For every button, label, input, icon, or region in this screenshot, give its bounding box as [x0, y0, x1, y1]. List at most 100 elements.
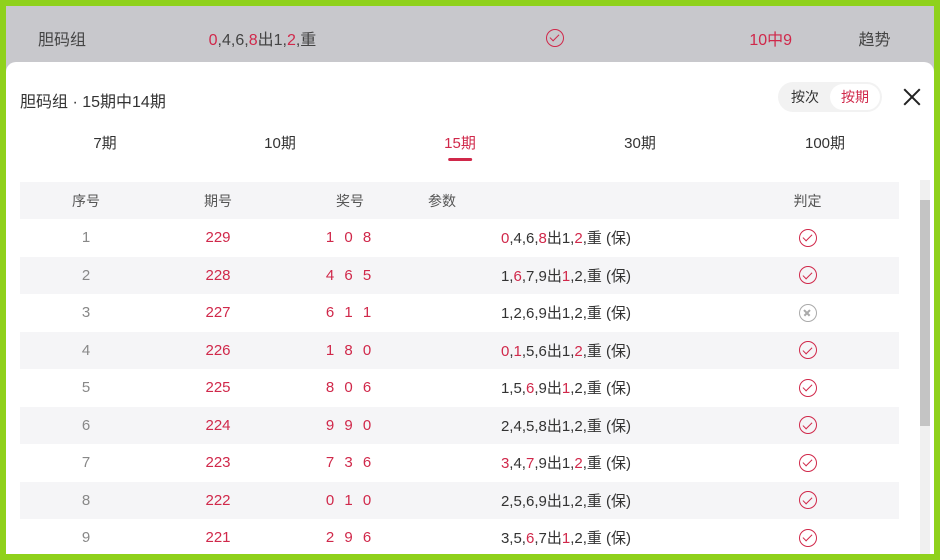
table-header-row: 序号 期号 奖号 参数 判定 — [20, 182, 899, 219]
toggle-by-count[interactable]: 按次 — [780, 84, 830, 110]
param-segment: 2 — [574, 230, 583, 248]
row-params: 3,4,7,9出1,2,重 (保) — [416, 444, 716, 482]
param-segment: ,4, — [509, 455, 526, 473]
bg-row-params: 0,4,6,8出1,2,重 — [209, 26, 546, 50]
param-segment: 2,5,6,9出1,2,重 (保) — [500, 492, 632, 510]
row-period: 227 — [205, 304, 231, 322]
row-verdict — [716, 219, 899, 257]
param-segment: 出1, — [546, 230, 575, 248]
check-icon — [798, 228, 817, 247]
check-icon — [798, 378, 817, 397]
table-row[interactable]: 8 222 0 1 0 2,5,6,9出1,2,重 (保) — [20, 481, 899, 520]
bg-row-result: 10中9 — [749, 32, 793, 49]
param-segment: 8 — [248, 32, 258, 49]
row-verdict — [716, 369, 899, 407]
param-segment: ,重 (保) — [582, 455, 632, 473]
row-number: 0 1 0 — [325, 491, 375, 509]
row-verdict — [716, 332, 899, 370]
cross-icon — [798, 303, 817, 322]
row-number: 2 9 6 — [325, 529, 375, 547]
param-segment: 2 — [574, 342, 583, 360]
param-segment: 0 — [208, 32, 218, 49]
check-icon — [798, 266, 817, 285]
param-segment: 1 — [561, 530, 571, 548]
row-period: 228 — [205, 266, 231, 284]
period-tabs: 7期 10期 15期 30期 100期 — [6, 132, 934, 162]
param-segment: ,2,重 (保) — [570, 380, 632, 398]
row-verdict — [716, 407, 899, 445]
row-number: 7 3 6 — [325, 454, 375, 472]
scrollbar-thumb[interactable] — [920, 200, 930, 426]
row-number: 9 9 0 — [325, 416, 375, 434]
row-params: 1,2,6,9出1,2,重 (保) — [416, 294, 716, 332]
mode-toggle[interactable]: 按次 按期 — [778, 82, 882, 112]
row-index: 1 — [81, 229, 91, 247]
param-segment: ,重 (保) — [582, 230, 632, 248]
modal-title: 胆码组 · 15期中14期 — [20, 94, 166, 111]
tab-100[interactable]: 100期 — [805, 132, 845, 153]
table-row[interactable]: 1 229 1 0 8 0,4,6,8出1,2,重 (保) — [20, 219, 899, 257]
row-index: 4 — [81, 341, 91, 359]
tab-30[interactable]: 30期 — [624, 132, 656, 153]
toggle-by-period[interactable]: 按期 — [830, 84, 880, 110]
row-period: 229 — [205, 229, 231, 247]
header-period: 期号 — [204, 192, 232, 209]
row-params: 1,6,7,9出1,2,重 (保) — [416, 257, 716, 295]
row-params: 3,5,6,7出1,2,重 (保) — [416, 519, 716, 557]
check-icon — [798, 341, 817, 360]
row-number: 6 1 1 — [325, 304, 375, 322]
param-segment: ,4,6, — [509, 230, 539, 248]
param-segment: 2 — [286, 32, 296, 49]
row-period: 225 — [205, 379, 231, 397]
tab-10[interactable]: 10期 — [264, 132, 296, 153]
param-segment: 6 — [513, 267, 522, 285]
check-icon — [798, 528, 817, 547]
bg-row-name: 胆码组 — [38, 32, 87, 49]
row-index: 7 — [81, 454, 91, 472]
row-number: 8 0 6 — [325, 379, 375, 397]
row-params: 1,5,6,9出1,2,重 (保) — [416, 369, 716, 407]
param-segment: 1, — [500, 267, 514, 285]
row-verdict — [716, 294, 899, 332]
row-period: 222 — [205, 491, 231, 509]
param-segment: 出1, — [257, 32, 287, 49]
row-params: 0,4,6,8出1,2,重 (保) — [416, 219, 716, 257]
row-number: 1 0 8 — [325, 229, 375, 247]
header-params: 参数 — [428, 192, 456, 209]
param-segment: 1,2,6,9出1,2,重 (保) — [500, 305, 632, 323]
row-params: 2,5,6,9出1,2,重 (保) — [416, 482, 716, 520]
tab-7[interactable]: 7期 — [93, 132, 116, 153]
row-verdict — [716, 519, 899, 557]
table-row[interactable]: 5 225 8 0 6 1,5,6,9出1,2,重 (保) — [20, 369, 899, 407]
header-verdict: 判定 — [793, 192, 822, 209]
table-row[interactable]: 9 221 2 9 6 3,5,6,7出1,2,重 (保) — [20, 519, 899, 557]
table-row[interactable]: 6 224 9 9 0 2,4,5,8出1,2,重 (保) — [20, 406, 899, 445]
row-number: 4 6 5 — [325, 266, 375, 284]
param-segment: ,7,9出 — [521, 267, 562, 285]
table-row[interactable]: 2 228 4 6 5 1,6,7,9出1,2,重 (保) — [20, 256, 899, 295]
background-result-row[interactable]: 胆码组 0,4,6,8出1,2,重 10中9 趋势 — [20, 14, 918, 62]
check-icon — [545, 28, 564, 47]
row-index: 6 — [81, 416, 91, 434]
param-segment: ,5,6出1, — [521, 342, 575, 360]
row-period: 223 — [205, 454, 231, 472]
trend-link[interactable]: 趋势 — [858, 26, 918, 50]
close-icon[interactable] — [902, 86, 922, 108]
history-modal: 胆码组 · 15期中14期 按次 按期 7期 10期 15期 30期 100期 … — [6, 62, 934, 560]
check-icon — [798, 491, 817, 510]
scrollbar[interactable] — [920, 180, 930, 560]
param-segment: ,7出 — [534, 530, 562, 548]
table-row[interactable]: 4 226 1 8 0 0,1,5,6出1,2,重 (保) — [20, 331, 899, 370]
row-index: 5 — [81, 379, 91, 397]
row-index: 9 — [81, 529, 91, 547]
row-params: 0,1,5,6出1,2,重 (保) — [416, 332, 716, 370]
table-row[interactable]: 3 227 6 1 1 1,2,6,9出1,2,重 (保) — [20, 294, 899, 332]
row-verdict — [716, 482, 899, 520]
param-segment: ,4,6, — [217, 32, 249, 49]
param-segment: 2,4,5,8出1,2,重 (保) — [500, 417, 632, 435]
param-segment: ,2,重 (保) — [570, 267, 632, 285]
tab-15[interactable]: 15期 — [444, 132, 476, 161]
header-index: 序号 — [72, 192, 100, 209]
param-segment: 1 — [561, 267, 571, 285]
table-row[interactable]: 7 223 7 3 6 3,4,7,9出1,2,重 (保) — [20, 444, 899, 482]
